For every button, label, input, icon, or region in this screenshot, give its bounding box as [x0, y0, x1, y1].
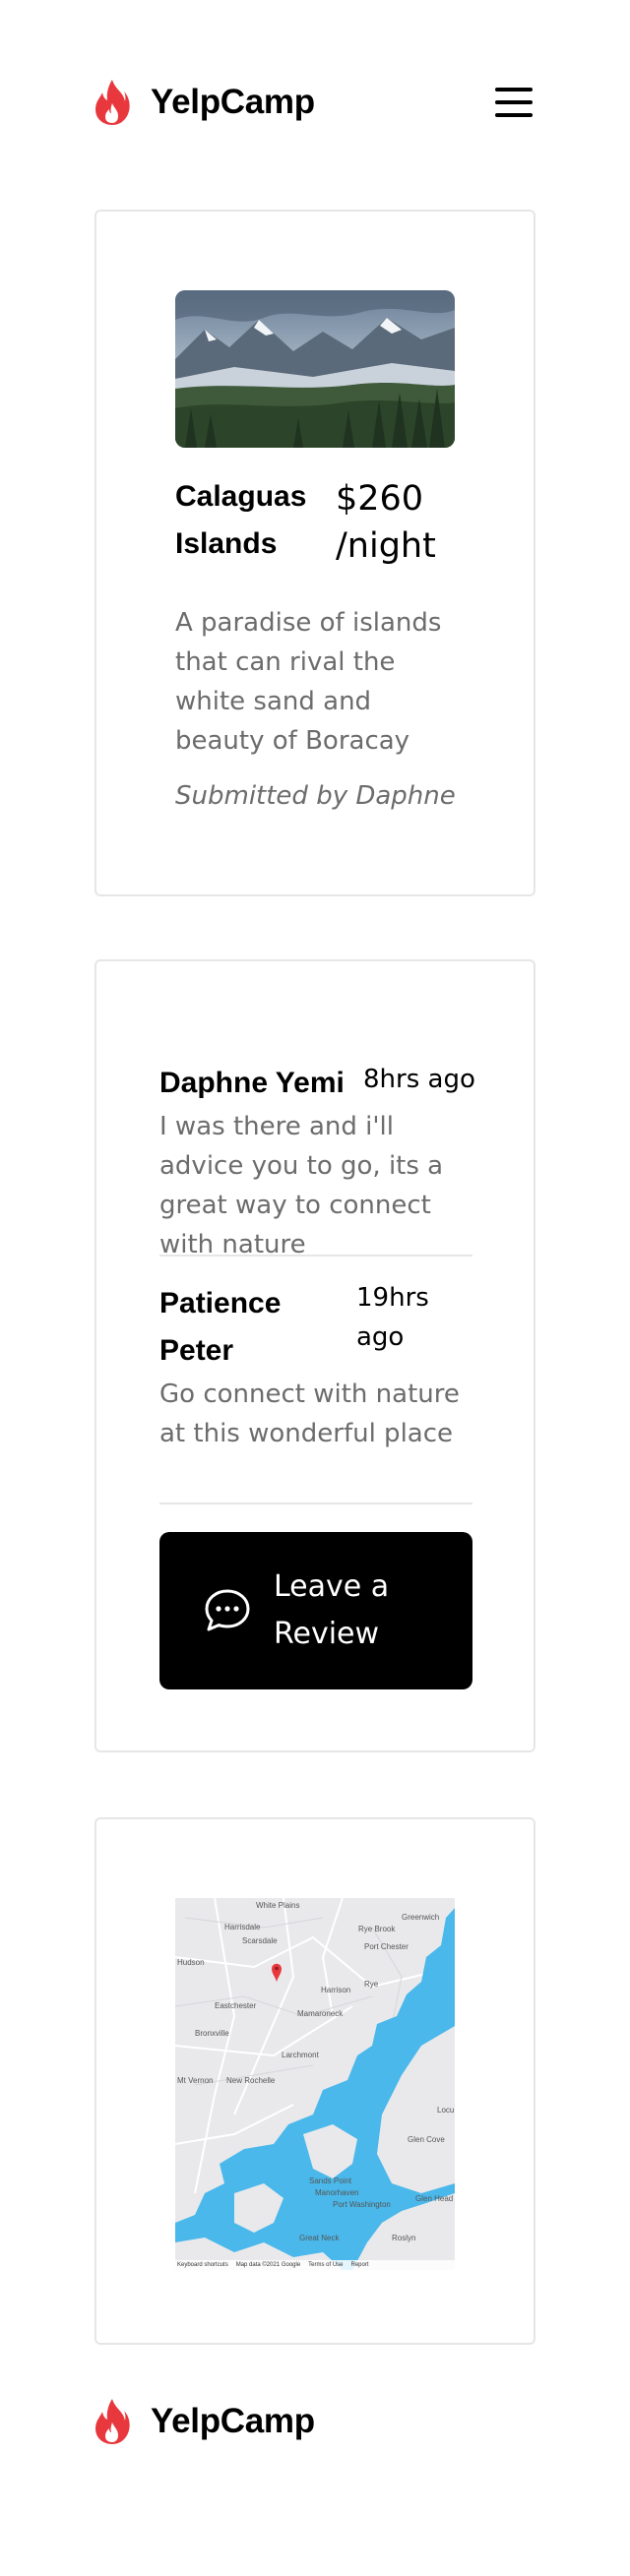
- svg-text:Mamaroneck: Mamaroneck: [297, 2009, 344, 2018]
- campground-author: Submitted by Daphne: [175, 781, 456, 811]
- review-time: 8hrs ago: [363, 1065, 475, 1094]
- map[interactable]: White Plains Greenwich Harrisdale Rye Br…: [175, 1898, 455, 2270]
- svg-text:Eastchester: Eastchester: [215, 2001, 257, 2010]
- svg-text:Scarsdale: Scarsdale: [242, 1936, 278, 1945]
- leave-review-label: Leave a Review: [274, 1569, 390, 1651]
- svg-text:White Plains: White Plains: [256, 1901, 299, 1910]
- flame-icon: [95, 2399, 130, 2444]
- svg-text:Glen Head: Glen Head: [415, 2194, 453, 2203]
- review-text: Go connect with nature at this wonderful…: [159, 1380, 460, 1448]
- campground-card: Calaguas Islands $260 /night A paradise …: [94, 210, 536, 896]
- review-divider: [159, 1255, 472, 1257]
- svg-text:Harrison: Harrison: [321, 1986, 350, 1994]
- terms-link[interactable]: Terms of Use: [308, 2262, 343, 2268]
- svg-text:Larchmont: Larchmont: [282, 2051, 320, 2059]
- campground-title: Calaguas Islands: [175, 480, 307, 560]
- svg-text:Harrisdale: Harrisdale: [224, 1923, 261, 1932]
- map-card: White Plains Greenwich Harrisdale Rye Br…: [94, 1817, 536, 2345]
- svg-text:Rye Brook: Rye Brook: [358, 1925, 396, 1933]
- campground-image: [175, 290, 455, 448]
- svg-text:Roslyn: Roslyn: [392, 2234, 415, 2242]
- review-item: Daphne Yemi 8hrs ago I was there and i'l…: [159, 1060, 475, 1259]
- svg-text:Locu: Locu: [437, 2106, 454, 2115]
- svg-text:Port Chester: Port Chester: [364, 1942, 409, 1951]
- review-divider: [159, 1503, 472, 1504]
- svg-text:Port Washington: Port Washington: [333, 2200, 391, 2209]
- report-link[interactable]: Report: [351, 2262, 369, 2268]
- hamburger-menu-icon[interactable]: [495, 88, 533, 117]
- campground-description: A paradise of islands that can rival the…: [175, 608, 442, 756]
- svg-text:Sands Point: Sands Point: [309, 2177, 352, 2185]
- flame-icon: [95, 80, 130, 125]
- footer-brand-name: YelpCamp: [151, 2402, 315, 2440]
- svg-text:Mt Vernon: Mt Vernon: [177, 2076, 213, 2085]
- brand[interactable]: YelpCamp: [92, 78, 315, 127]
- review-text: I was there and i'll advice you to go, i…: [159, 1112, 444, 1259]
- campground-price: $260 /night: [336, 479, 436, 566]
- review-author: Daphne Yemi: [159, 1067, 345, 1099]
- svg-text:Hudson: Hudson: [177, 1958, 205, 1967]
- map-data-text: Map data ©2021 Google: [235, 2262, 301, 2268]
- map-attribution: Keyboard shortcuts Map data ©2021 Google…: [175, 2260, 455, 2270]
- footer-brand[interactable]: YelpCamp: [92, 2397, 315, 2446]
- review-author: Patience Peter: [159, 1287, 282, 1367]
- svg-text:Rye: Rye: [364, 1980, 379, 1989]
- reviews-card: Daphne Yemi 8hrs ago I was there and i'l…: [94, 959, 536, 1752]
- keyboard-shortcuts-link[interactable]: Keyboard shortcuts: [177, 2262, 228, 2268]
- navbar: YelpCamp: [92, 75, 533, 130]
- svg-text:Bronxville: Bronxville: [195, 2029, 229, 2038]
- svg-text:Manorhaven: Manorhaven: [315, 2188, 358, 2197]
- svg-text:Glen Cove: Glen Cove: [408, 2135, 445, 2144]
- svg-text:Greenwich: Greenwich: [402, 1913, 439, 1922]
- svg-text:New Rochelle: New Rochelle: [226, 2076, 276, 2085]
- brand-name: YelpCamp: [151, 83, 315, 121]
- review-item: Patience Peter 19hrs ago Go connect with…: [159, 1280, 472, 1504]
- chat-bubble-icon: [205, 1589, 250, 1631]
- svg-text:Great Neck: Great Neck: [299, 2234, 340, 2242]
- review-time: 19hrs ago: [356, 1283, 429, 1352]
- leave-review-button[interactable]: Leave a Review: [159, 1532, 472, 1689]
